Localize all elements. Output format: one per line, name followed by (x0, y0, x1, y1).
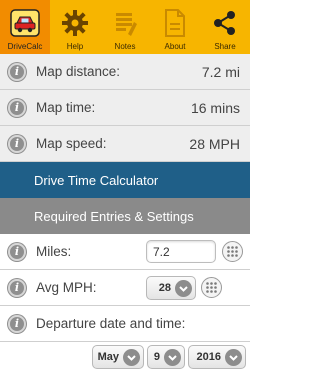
keypad-icon[interactable] (201, 277, 222, 298)
chevron-down-icon (123, 348, 140, 366)
day-value: 9 (153, 351, 160, 363)
map-distance-label: Map distance: (36, 64, 121, 79)
month-value: May (97, 351, 119, 363)
tab-share[interactable]: Share (200, 0, 250, 54)
chevron-down-icon (225, 348, 242, 366)
tab-about-label: About (164, 42, 186, 51)
info-icon[interactable]: i (8, 134, 26, 153)
document-icon (158, 7, 192, 39)
tab-share-label: Share (214, 42, 236, 51)
info-icon[interactable]: i (8, 98, 26, 117)
required-entries-header: Required Entries & Settings (0, 198, 250, 234)
departure-label: Departure date and time: (36, 316, 186, 331)
day-select[interactable]: 9 (147, 345, 185, 369)
info-icon[interactable]: i (8, 278, 26, 297)
gear-icon (58, 7, 92, 39)
map-speed-label: Map speed: (36, 136, 107, 151)
departure-row: i Departure date and time: (0, 306, 250, 342)
miles-input[interactable]: 7.2 (146, 240, 216, 263)
miles-label: Miles: (36, 244, 72, 259)
tab-about[interactable]: About (150, 0, 200, 54)
tab-drivecalc-label: DriveCalc (7, 42, 43, 51)
notes-icon (108, 7, 142, 39)
drive-time-calculator-header: Drive Time Calculator (0, 162, 250, 198)
year-select[interactable]: 2016 (188, 345, 246, 369)
year-value: 2016 (196, 351, 221, 363)
map-speed-row: i Map speed: 28 MPH (0, 126, 250, 162)
map-distance-value: 7.2 mi (201, 63, 240, 80)
tab-help-label: Help (66, 42, 84, 51)
chevron-down-icon (164, 348, 181, 366)
chevron-down-icon (175, 279, 192, 297)
tab-drivecalc[interactable]: DriveCalc (0, 0, 50, 54)
car-icon (8, 7, 42, 39)
map-distance-row: i Map distance: 7.2 mi (0, 54, 250, 90)
map-time-value: 16 mins (190, 99, 240, 116)
map-speed-value: 28 MPH (189, 135, 240, 152)
keypad-icon[interactable] (222, 241, 243, 262)
avg-mph-value: 28 (158, 282, 171, 294)
info-icon[interactable]: i (8, 62, 26, 81)
map-time-row: i Map time: 16 mins (0, 90, 250, 126)
top-toolbar: DriveCalc Help Notes About Share (0, 0, 250, 54)
avg-mph-select[interactable]: 28 (146, 276, 196, 300)
map-time-label: Map time: (36, 100, 96, 115)
info-icon[interactable]: i (8, 314, 26, 333)
tab-help[interactable]: Help (50, 0, 100, 54)
info-icon[interactable]: i (8, 242, 26, 261)
tab-notes-label: Notes (114, 42, 136, 51)
tab-notes[interactable]: Notes (100, 0, 150, 54)
share-icon (208, 7, 242, 39)
month-select[interactable]: May (92, 345, 144, 369)
